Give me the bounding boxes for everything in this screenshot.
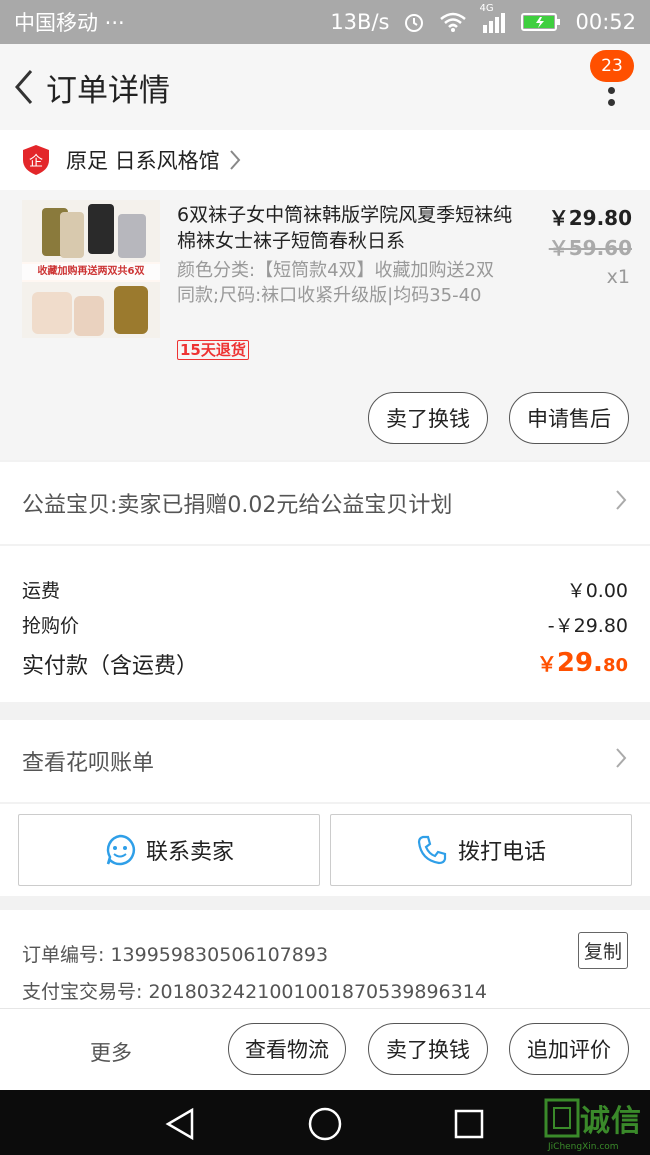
battery-icon: [521, 11, 561, 33]
watermark-logo: 诚信 JiChengXin.com: [544, 1096, 642, 1152]
flash-price-value: -￥29.80: [547, 615, 628, 637]
total-label: 实付款（含运费）: [22, 654, 199, 679]
signal-icon: 4G: [479, 3, 507, 33]
nav-bar: 订单详情 23: [0, 44, 650, 130]
shipping-label: 运费: [22, 580, 61, 602]
net-speed: 13B/s: [330, 10, 390, 34]
contact-seller-label: 联系卖家: [145, 840, 234, 865]
more-button[interactable]: 更多: [90, 1037, 132, 1067]
charity-text: 公益宝贝:卖家已捐赠0.02元给公益宝贝计划: [22, 493, 453, 518]
copy-button[interactable]: 复制: [577, 932, 628, 969]
flash-price-row: 抢购价 -￥29.80: [22, 611, 628, 638]
add-review-button[interactable]: 追加评价: [509, 1023, 629, 1075]
system-recents-icon[interactable]: [449, 1104, 489, 1144]
shop-row[interactable]: 企 原足 日系风格馆: [0, 130, 650, 190]
chevron-right-icon: [228, 148, 242, 172]
total-value: ￥29.80: [537, 648, 628, 680]
bottom-action-bar: 更多 查看物流 卖了换钱 追加评价: [0, 1008, 650, 1090]
charity-row[interactable]: 公益宝贝:卖家已捐赠0.02元给公益宝贝计划: [0, 462, 650, 544]
alarm-icon: [403, 11, 425, 33]
shipping-row: 运费 ￥0.00: [22, 576, 628, 603]
chat-face-icon: [104, 834, 136, 866]
view-logistics-button[interactable]: 查看物流: [228, 1023, 346, 1075]
product-thumbnail[interactable]: 收藏加购再送两双共6双: [22, 200, 160, 338]
sell-again-button[interactable]: 卖了换钱: [368, 1023, 488, 1075]
shop-name: 原足 日系风格馆: [66, 149, 220, 173]
system-back-icon[interactable]: [160, 1104, 200, 1144]
total-int: 29.: [556, 648, 603, 678]
order-info: 订单编号: 1399598305061078​93 支付宝交易号: 201803…: [0, 910, 650, 1010]
shipping-value: ￥0.00: [566, 580, 628, 602]
product-item[interactable]: 收藏加购再送两双共6双 6双袜子女中筒袜韩版学院风夏季短袜纯棉袜女士袜子短筒春秋…: [0, 190, 650, 460]
after-sale-button[interactable]: 申请售后: [509, 392, 629, 444]
total-row: 实付款（含运费） ￥29.80: [22, 648, 628, 680]
product-title: 6双袜子女中筒袜韩版学院风夏季短袜纯棉袜女士袜子短筒春秋日系: [177, 204, 513, 252]
system-nav-bar: 诚信 JiChengXin.com: [0, 1090, 650, 1155]
watermark-text: 诚信: [580, 1104, 642, 1139]
product-sku: 颜色分类:【短筒款4双】收藏加购送2双同款;尺码:袜口收紧升级版|均码35-40: [177, 260, 494, 306]
product-quantity: x1: [606, 266, 630, 288]
clock: 00:52: [575, 10, 636, 34]
message-count-badge: 23: [590, 50, 634, 82]
svg-text:企: 企: [29, 153, 43, 170]
call-phone-label: 拨打电话: [457, 840, 546, 865]
page-title: 订单详情: [46, 72, 170, 109]
product-price: ￥29.80: [548, 206, 632, 230]
back-arrow-icon[interactable]: [4, 44, 44, 130]
thumbnail-banner: 收藏加购再送两双共6双: [22, 264, 160, 280]
network-type: 4G: [479, 3, 494, 14]
watermark-subtext: JiChengXin.com: [548, 1142, 619, 1152]
huabei-text: 查看花呗账单: [22, 751, 155, 776]
order-number: 订单编号: 1399598305061078​93: [22, 944, 329, 966]
flash-price-label: 抢购价: [22, 615, 80, 637]
sell-button[interactable]: 卖了换钱: [368, 392, 488, 444]
contact-section: 联系卖家 拨打电话: [0, 804, 650, 896]
original-price: ￥59.60: [548, 236, 632, 260]
contact-seller-button[interactable]: 联系卖家: [18, 814, 320, 886]
phone-icon: [416, 834, 448, 866]
fee-summary: 运费 ￥0.00 抢购价 -￥29.80 实付款（含运费） ￥29.80: [0, 546, 650, 702]
system-home-icon[interactable]: [305, 1104, 345, 1144]
alipay-trade-number: 支付宝交易号: 2018032421001001870539896314: [22, 981, 487, 1003]
huabei-bill-row[interactable]: 查看花呗账单: [0, 720, 650, 802]
carrier-label: 中国移动 ···: [14, 11, 125, 35]
enterprise-shield-icon: 企: [22, 144, 50, 176]
call-phone-button[interactable]: 拨打电话: [330, 814, 632, 886]
status-bar: 中国移动 ··· 13B/s 4G 00:52: [0, 0, 650, 44]
currency-symbol: ￥: [536, 652, 557, 676]
chevron-right-icon: [614, 746, 628, 776]
total-dec: 80: [602, 655, 628, 676]
return-policy-tag: 15天退货: [177, 340, 249, 360]
wifi-icon: [439, 11, 467, 33]
chevron-right-icon: [614, 488, 628, 518]
